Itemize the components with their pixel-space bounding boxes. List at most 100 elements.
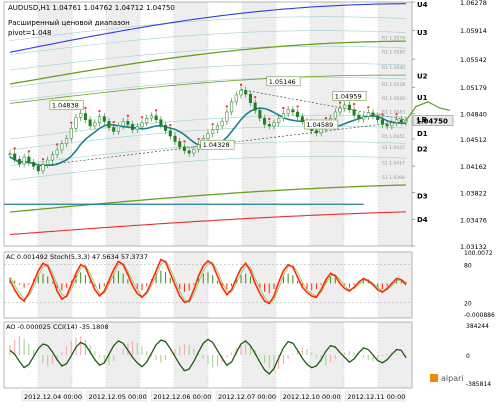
candle-body xyxy=(366,112,370,117)
price-annotation-label: 1.04838 xyxy=(52,102,79,110)
level-label-u2: U2 xyxy=(417,73,428,81)
candle-body xyxy=(281,113,285,119)
candle-body xyxy=(8,153,12,155)
oscillator-1-tick-label: 80 xyxy=(464,263,472,270)
candle-body xyxy=(380,119,384,125)
candle-body xyxy=(333,111,337,119)
candle-body xyxy=(319,128,323,134)
price-tick-label: 1.06278 xyxy=(460,0,487,7)
candle-body xyxy=(399,119,403,123)
time-tick-label: 2012.12.05 00:00 xyxy=(89,393,147,401)
fractal-marker xyxy=(240,83,242,86)
candle-body xyxy=(211,129,215,134)
candle-body xyxy=(93,122,97,127)
candle-body xyxy=(69,128,73,139)
time-tick-label: 2012.12.07 00:00 xyxy=(218,393,276,401)
candle-body xyxy=(376,115,380,120)
minor-level-label: R1 1.0500 xyxy=(382,96,405,102)
session-shade xyxy=(242,2,276,246)
price-tick-label: 1.05179 xyxy=(460,84,487,92)
price-annotation-label: 1.04589 xyxy=(306,121,333,129)
fractal-marker xyxy=(197,138,200,141)
session-shade xyxy=(310,322,344,388)
candle-body xyxy=(239,90,243,96)
candle-body xyxy=(41,164,45,172)
candle-body xyxy=(215,125,219,131)
time-tick-label: 2012.12.04 00:00 xyxy=(24,393,82,401)
candle-body xyxy=(357,114,361,120)
candle-body xyxy=(220,121,224,127)
level-label-d4: D4 xyxy=(417,216,428,224)
candle-body xyxy=(135,126,139,131)
price-annotation-label: 1.05146 xyxy=(269,78,296,86)
candle-body xyxy=(362,116,366,120)
chart-title: AUDUSD,H1 1.04761 1.04762 1.04712 1.0475… xyxy=(8,4,175,12)
minor-level-label: R1 1.0560 xyxy=(382,50,405,56)
pivot-label: pivot=1.048 xyxy=(8,29,51,37)
fractal-marker xyxy=(296,105,299,108)
candle-body xyxy=(145,117,149,124)
candle-body xyxy=(126,121,130,125)
candle-body xyxy=(272,122,276,127)
candle-body xyxy=(263,117,267,125)
oscillator-2-title: AO -0.000025 CCI(14) -35.1808 xyxy=(6,323,109,331)
session-shade xyxy=(378,322,412,388)
candle-body xyxy=(88,119,92,127)
candle-body xyxy=(296,111,300,117)
candle-body xyxy=(178,141,182,148)
candle-body xyxy=(258,110,262,119)
price-tick-label: 1.05542 xyxy=(460,56,487,64)
minor-level-label: S1 1.0437 xyxy=(382,145,405,151)
fractal-marker xyxy=(42,158,44,161)
oscillator-1-tick-label: 20 xyxy=(464,300,472,307)
alpari-logo-text: alpari xyxy=(441,374,464,383)
price-tick-label: 1.04162 xyxy=(460,163,487,171)
candle-body xyxy=(244,90,248,95)
level-label-d2: D2 xyxy=(417,145,428,153)
candle-body xyxy=(192,148,196,154)
oscillator-1-title: AC 0.001492 Stoch(5,3,3) 47.5634 57.3737 xyxy=(6,253,148,261)
candle-body xyxy=(253,102,257,111)
fractal-marker xyxy=(27,150,30,153)
candle-body xyxy=(248,93,252,103)
price-tick-label: 1.03822 xyxy=(460,189,487,197)
candle-body xyxy=(60,143,64,151)
oscillator-2-tick-label: 384244 xyxy=(466,323,489,330)
candle-body xyxy=(173,135,177,142)
session-shade xyxy=(378,252,412,318)
level-label-u1: U1 xyxy=(417,94,428,102)
fractal-marker xyxy=(141,116,143,119)
candle-body xyxy=(343,104,347,109)
candle-body xyxy=(314,130,318,134)
fractal-marker xyxy=(225,105,228,108)
candle-body xyxy=(149,115,153,119)
candle-body xyxy=(395,119,399,124)
candle-body xyxy=(286,109,290,114)
minor-level-label: R1 1.0518 xyxy=(382,82,405,88)
candle-body xyxy=(291,109,295,113)
fractal-marker xyxy=(367,106,370,109)
minor-level-label: S1 1.0417 xyxy=(382,160,405,166)
candle-body xyxy=(277,117,281,124)
price-tick-label: 1.03476 xyxy=(460,216,487,224)
oscillator-2-tick-label: -385814 xyxy=(466,381,491,388)
oscillator-1-tick-label: 100.0072 xyxy=(464,250,493,257)
candle-body xyxy=(140,122,144,127)
minor-level-label: R1 1.0578 xyxy=(382,36,405,42)
oscillator-2-tick-label: 0 xyxy=(466,353,470,360)
fractal-marker xyxy=(282,107,285,110)
minor-level-label: S1 1.0398 xyxy=(382,175,405,181)
candle-body xyxy=(65,138,69,145)
candle-body xyxy=(267,124,271,127)
candle-body xyxy=(22,156,26,165)
candle-body xyxy=(17,159,21,165)
candle-body xyxy=(116,125,120,132)
fractal-marker xyxy=(70,121,73,124)
candle-body xyxy=(168,130,172,137)
price-tick-label: 1.05914 xyxy=(460,27,487,35)
candle-body xyxy=(197,144,201,150)
candle-body xyxy=(79,113,83,118)
fractal-marker xyxy=(56,143,59,146)
time-tick-label: 2012.12.11 00:00 xyxy=(347,393,405,401)
chart-window: 1.04838 1.05146 1.04959 1.04328 1.04589 1.06… xyxy=(0,0,500,408)
